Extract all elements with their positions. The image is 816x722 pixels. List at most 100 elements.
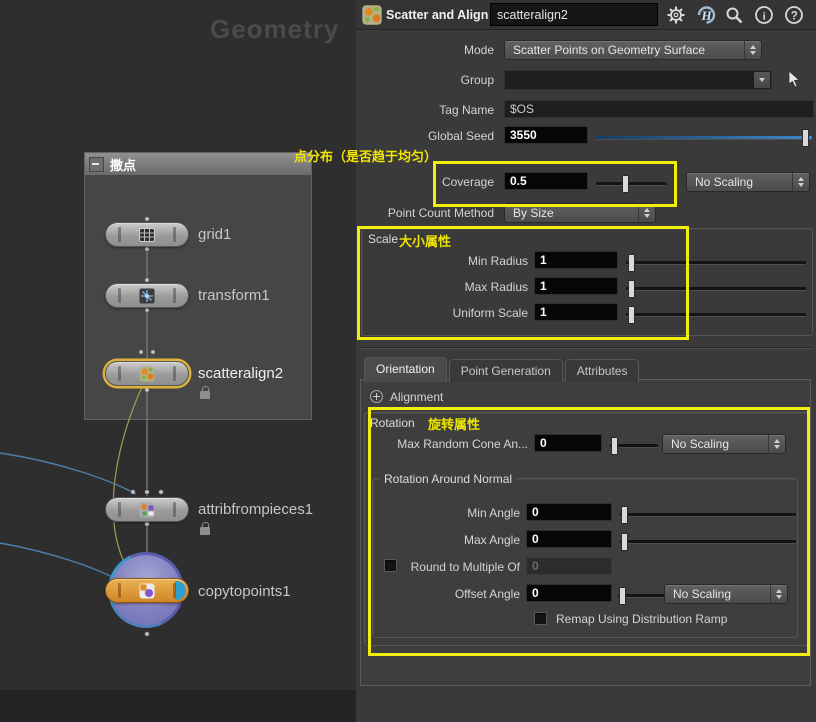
coverage-label: Coverage bbox=[441, 175, 494, 189]
houdini-logo-icon: H bbox=[694, 3, 718, 27]
node-copytopoints1-body[interactable] bbox=[105, 578, 189, 603]
offset-angle-scaling-value: No Scaling bbox=[673, 587, 732, 601]
max-random-cone-scaling-dropdown[interactable]: No Scaling bbox=[662, 434, 786, 454]
slider-handle[interactable] bbox=[621, 533, 628, 551]
remap-distribution-checkbox[interactable] bbox=[534, 612, 547, 625]
offset-angle-label: Offset Angle bbox=[454, 587, 520, 601]
coverage-scaling-dropdown[interactable]: No Scaling bbox=[686, 172, 810, 192]
slider-handle[interactable] bbox=[802, 129, 809, 147]
min-angle-field[interactable]: 0 bbox=[526, 503, 612, 521]
parameter-pane: Scatter and Align H bbox=[356, 0, 816, 722]
min-radius-label: Min Radius bbox=[467, 254, 528, 268]
uniform-scale-label: Uniform Scale bbox=[452, 306, 528, 320]
max-random-cone-label: Max Random Cone An... bbox=[397, 437, 528, 451]
node-scatteralign2-body[interactable] bbox=[105, 361, 189, 386]
slider-handle[interactable] bbox=[622, 175, 629, 193]
point-count-method-dropdown[interactable]: By Size bbox=[504, 203, 656, 223]
coverage-slider[interactable] bbox=[596, 175, 666, 193]
tag-name-label: Tag Name bbox=[439, 103, 494, 117]
tag-name-field[interactable]: $OS bbox=[504, 100, 814, 118]
expand-alignment-button[interactable] bbox=[370, 390, 383, 403]
max-angle-slider[interactable] bbox=[620, 533, 796, 551]
mode-dropdown[interactable]: Scatter Points on Geometry Surface bbox=[504, 40, 762, 60]
slider-handle[interactable] bbox=[621, 506, 628, 524]
scale-group-title: Scale bbox=[368, 232, 399, 246]
collapse-icon[interactable] bbox=[89, 156, 104, 172]
spinner-icon[interactable] bbox=[770, 585, 787, 603]
point-count-method-label: Point Count Method bbox=[387, 206, 494, 220]
houdini-window: Geometry 撒点 grid1 transform1 scatteralig… bbox=[0, 0, 816, 722]
slider-handle[interactable] bbox=[611, 437, 618, 455]
node-label: grid1 bbox=[198, 226, 232, 243]
max-radius-slider[interactable] bbox=[626, 280, 806, 298]
slider-handle[interactable] bbox=[628, 254, 635, 272]
slider-handle[interactable] bbox=[628, 306, 635, 324]
group-dropdown-button[interactable] bbox=[754, 72, 770, 88]
offset-angle-field[interactable]: 0 bbox=[526, 584, 612, 602]
node-label: copytopoints1 bbox=[198, 583, 291, 600]
spinner-icon[interactable] bbox=[768, 435, 785, 453]
gear-icon[interactable] bbox=[666, 5, 686, 25]
lock-icon bbox=[200, 522, 210, 535]
global-seed-field[interactable]: 3550 bbox=[504, 126, 588, 144]
mode-label: Mode bbox=[463, 43, 494, 57]
display-flag[interactable] bbox=[175, 581, 186, 600]
node-label: attribfrompieces1 bbox=[198, 501, 314, 518]
point-count-method-value: By Size bbox=[513, 206, 554, 220]
max-radius-field[interactable]: 1 bbox=[534, 277, 618, 295]
search-icon[interactable] bbox=[724, 5, 744, 25]
tab-attributes[interactable]: Attributes bbox=[564, 359, 640, 382]
svg-text:?: ? bbox=[791, 11, 798, 23]
node-scatteralign2[interactable] bbox=[105, 361, 189, 386]
min-angle-slider[interactable] bbox=[620, 506, 796, 524]
max-random-cone-slider[interactable] bbox=[610, 437, 658, 455]
tab-bar: Orientation Point Generation Attributes bbox=[364, 357, 641, 382]
tab-point-generation[interactable]: Point Generation bbox=[448, 359, 563, 382]
select-geometry-arrow-icon[interactable] bbox=[784, 69, 804, 89]
offset-angle-scaling-dropdown[interactable]: No Scaling bbox=[664, 584, 788, 604]
max-random-cone-scaling-value: No Scaling bbox=[671, 437, 730, 451]
node-transform1[interactable] bbox=[105, 283, 189, 308]
mode-value: Scatter Points on Geometry Surface bbox=[513, 43, 706, 57]
offset-angle-slider[interactable] bbox=[618, 587, 664, 605]
min-radius-field[interactable]: 1 bbox=[534, 251, 618, 269]
copytopoints-node-icon bbox=[139, 582, 156, 599]
svg-text:H: H bbox=[701, 8, 713, 23]
node-attribfrompieces1[interactable] bbox=[105, 497, 189, 522]
network-box-titlebar[interactable]: 撒点 bbox=[85, 153, 311, 175]
coverage-field[interactable]: 0.5 bbox=[504, 172, 588, 190]
rotation-group-title: Rotation bbox=[370, 416, 415, 430]
node-attribfrompieces1-body[interactable] bbox=[105, 497, 189, 522]
global-seed-slider[interactable] bbox=[596, 129, 812, 147]
global-seed-label: Global Seed bbox=[427, 129, 494, 143]
max-angle-field[interactable]: 0 bbox=[526, 530, 612, 548]
info-icon[interactable]: i bbox=[754, 5, 774, 25]
node-grid1-body[interactable] bbox=[105, 222, 189, 247]
lock-icon bbox=[200, 386, 210, 399]
round-to-multiple-label: Round to Multiple Of bbox=[410, 560, 520, 574]
spinner-icon[interactable] bbox=[792, 173, 809, 191]
help-icon[interactable]: ? bbox=[784, 5, 804, 25]
group-field[interactable] bbox=[504, 70, 772, 90]
min-angle-label: Min Angle bbox=[467, 506, 520, 520]
max-random-cone-field[interactable]: 0 bbox=[534, 434, 602, 452]
slider-handle[interactable] bbox=[619, 587, 626, 605]
spinner-icon[interactable] bbox=[638, 204, 655, 222]
network-editor[interactable]: Geometry 撒点 grid1 transform1 scatteralig… bbox=[0, 0, 356, 722]
spinner-icon[interactable] bbox=[744, 41, 761, 59]
coverage-scaling-value: No Scaling bbox=[695, 175, 754, 189]
uniform-scale-field[interactable]: 1 bbox=[534, 303, 618, 321]
network-box-title: 撒点 bbox=[110, 157, 137, 173]
svg-text:i: i bbox=[763, 11, 766, 23]
remap-distribution-label: Remap Using Distribution Ramp bbox=[556, 612, 728, 626]
node-copytopoints1[interactable] bbox=[105, 578, 189, 603]
network-context-watermark: Geometry bbox=[210, 14, 340, 44]
node-transform1-body[interactable] bbox=[105, 283, 189, 308]
node-grid1[interactable] bbox=[105, 222, 189, 247]
slider-handle[interactable] bbox=[628, 280, 635, 298]
min-radius-slider[interactable] bbox=[626, 254, 806, 272]
uniform-scale-slider[interactable] bbox=[626, 306, 806, 324]
node-label: scatteralign2 bbox=[198, 365, 284, 382]
node-name-input[interactable] bbox=[490, 3, 658, 26]
tab-orientation[interactable]: Orientation bbox=[364, 357, 447, 382]
